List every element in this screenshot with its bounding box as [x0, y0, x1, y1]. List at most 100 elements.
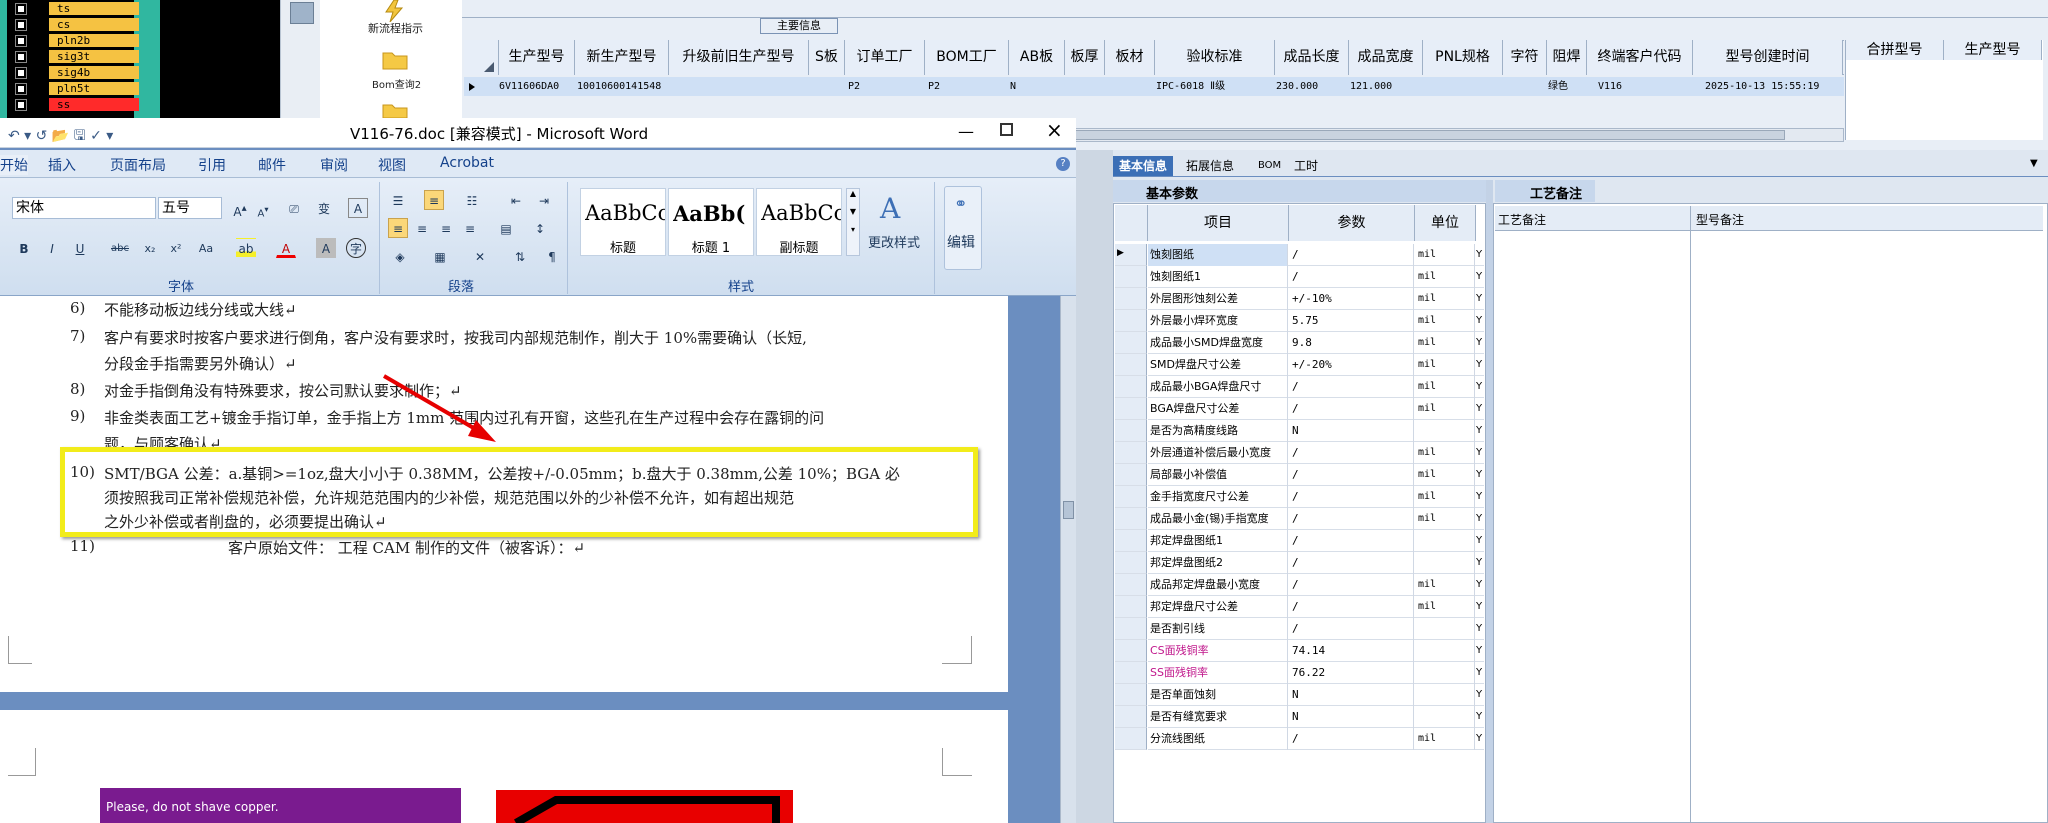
param-value[interactable]: / [1289, 596, 1414, 618]
param-row[interactable]: 是否单面蚀刻 N Y [1148, 684, 1484, 706]
col-header-unit[interactable]: 单位 [1415, 205, 1476, 241]
row-selector[interactable] [1115, 684, 1147, 706]
col-header-param[interactable]: 参数 [1289, 205, 1415, 241]
param-value[interactable]: 74.14 [1289, 640, 1414, 662]
layer-checkbox[interactable] [15, 99, 27, 111]
change-styles-icon[interactable]: A [880, 192, 900, 225]
col-header[interactable]: 订单工厂 [845, 40, 925, 75]
col-header[interactable]: 合拼型号 [1846, 40, 1944, 60]
row-selector[interactable] [1115, 662, 1147, 684]
param-row[interactable]: 是否为高精度线路 N Y [1148, 420, 1484, 442]
row-selector[interactable] [1115, 618, 1147, 640]
param-value[interactable]: / [1289, 266, 1414, 288]
param-value[interactable]: / [1289, 618, 1414, 640]
row-selector[interactable] [1115, 530, 1147, 552]
increase-indent-button[interactable]: ⇥ [534, 190, 554, 210]
param-row[interactable]: 是否有缝宽要求 N Y [1148, 706, 1484, 728]
row-selector[interactable] [1115, 486, 1147, 508]
shrink-font-button[interactable]: A▾ [253, 198, 273, 219]
col-header[interactable]: 板材 [1105, 40, 1155, 75]
row-selector[interactable] [1115, 640, 1147, 662]
param-row[interactable]: CS面残铜率 74.14 Y [1148, 640, 1484, 662]
vertical-scrollbar[interactable] [1060, 296, 1076, 823]
cam-canvas[interactable] [160, 0, 280, 118]
param-value[interactable]: / [1289, 244, 1414, 266]
doc-line[interactable]: 之外少补偿或者削盘的，必须要提出确认↵ [104, 511, 387, 532]
tab-references[interactable]: 引用 [198, 155, 226, 175]
toolbox-icon[interactable] [290, 2, 314, 24]
row-selector[interactable] [1115, 310, 1147, 332]
superscript-button[interactable]: x² [166, 238, 186, 258]
param-value[interactable]: / [1289, 486, 1414, 508]
col-header[interactable]: 阻焊 [1547, 40, 1587, 75]
table-cell[interactable]: 10010600141548 [577, 78, 661, 95]
change-styles-button[interactable]: 更改样式 [868, 232, 920, 251]
table-cell[interactable]: V116 [1598, 78, 1622, 95]
close-button[interactable]: × [1046, 118, 1063, 142]
align-center-button[interactable]: ≡ [412, 218, 432, 238]
chevron-down-icon[interactable]: ▼ [2030, 158, 2038, 169]
grow-font-button[interactable]: A▴ [230, 198, 250, 219]
layer-checkbox[interactable] [15, 67, 27, 79]
layer-checkbox[interactable] [15, 83, 27, 95]
col-header[interactable]: 生产型号 [499, 40, 575, 75]
row-selector[interactable] [1115, 266, 1147, 288]
col-header[interactable]: 升级前旧生产型号 [669, 40, 809, 75]
param-value[interactable]: N [1289, 706, 1414, 728]
italic-button[interactable]: I [42, 238, 62, 258]
param-row[interactable]: 邦定焊盘图纸2/ Y [1148, 552, 1484, 574]
layer-checkbox[interactable] [15, 35, 27, 47]
param-row[interactable]: 成品最小金(锡)手指宽度 / mil Y [1148, 508, 1484, 530]
multilevel-list-button[interactable]: ☷ [462, 190, 482, 210]
param-value[interactable]: / [1289, 728, 1414, 750]
shading-button[interactable]: ◈ [390, 246, 410, 266]
font-color-button[interactable]: A [276, 238, 296, 258]
doc-line[interactable]: 分段金手指需要另外确认）↵ [104, 353, 297, 374]
layer-row[interactable]: pln2b [7, 34, 139, 48]
layer-row[interactable]: cs [7, 18, 139, 32]
edit-button[interactable]: 编辑 [947, 232, 975, 252]
base-params-label[interactable]: 基本参数 [1146, 183, 1198, 202]
param-value[interactable]: +/-20% [1289, 354, 1414, 376]
minimize-button[interactable]: — [958, 122, 974, 141]
tab-acrobat[interactable]: Acrobat [440, 155, 494, 171]
folder-icon[interactable] [382, 100, 408, 118]
row-selector[interactable] [1115, 442, 1147, 464]
param-value[interactable]: 5.75 [1289, 310, 1414, 332]
doc-line[interactable]: SMT/BGA 公差：a.基铜>=1oz,盘大小小于 0.38MM，公差按+/-… [104, 463, 900, 484]
process-note-header[interactable]: 工艺备注 [1498, 211, 1546, 228]
row-selector[interactable] [1115, 728, 1147, 750]
process-notes-label[interactable]: 工艺备注 [1530, 183, 1582, 202]
layer-checkbox[interactable] [15, 19, 27, 31]
row-selector[interactable] [1115, 332, 1147, 354]
font-name-select[interactable]: 宋体 [12, 197, 156, 219]
chinese-layout-button[interactable]: ✕ [470, 246, 490, 266]
col-header[interactable]: 成品宽度 [1349, 40, 1423, 75]
col-header[interactable]: 字符 [1503, 40, 1547, 75]
layer-checkbox[interactable] [15, 3, 27, 15]
tab-mailings[interactable]: 邮件 [258, 155, 286, 175]
tab-page-layout[interactable]: 页面布局 [110, 155, 166, 175]
param-value[interactable]: / [1289, 530, 1414, 552]
col-header[interactable]: 验收标准 [1155, 40, 1275, 75]
strikethrough-button[interactable]: abc [110, 238, 130, 258]
table-cell[interactable]: P2 [928, 78, 940, 95]
layer-row[interactable]: ss [7, 98, 139, 112]
param-value[interactable]: / [1289, 574, 1414, 596]
col-header[interactable]: AB板 [1009, 40, 1065, 75]
table-cell[interactable]: IPC-6018 Ⅱ级 [1156, 78, 1225, 95]
tab-basic-info[interactable]: 基本信息 [1113, 156, 1174, 176]
row-selector[interactable] [1115, 288, 1147, 310]
table-cell[interactable]: 230.000 [1276, 78, 1318, 95]
bullets-button[interactable]: ☰ [388, 190, 408, 210]
param-value[interactable]: / [1289, 464, 1414, 486]
decrease-indent-button[interactable]: ⇤ [506, 190, 526, 210]
tab-extended-info[interactable]: 拓展信息 [1180, 156, 1240, 176]
row-selector[interactable] [1115, 706, 1147, 728]
param-row[interactable]: 外层图形蚀刻公差 +/-10% mil Y [1148, 288, 1484, 310]
col-header[interactable]: S板 [809, 40, 845, 75]
change-case-button[interactable]: Aa [196, 238, 216, 258]
col-header[interactable]: PNL规格 [1423, 40, 1503, 75]
col-header[interactable]: 板厚 [1065, 40, 1105, 75]
sort-button[interactable]: ⇅ [510, 246, 530, 266]
